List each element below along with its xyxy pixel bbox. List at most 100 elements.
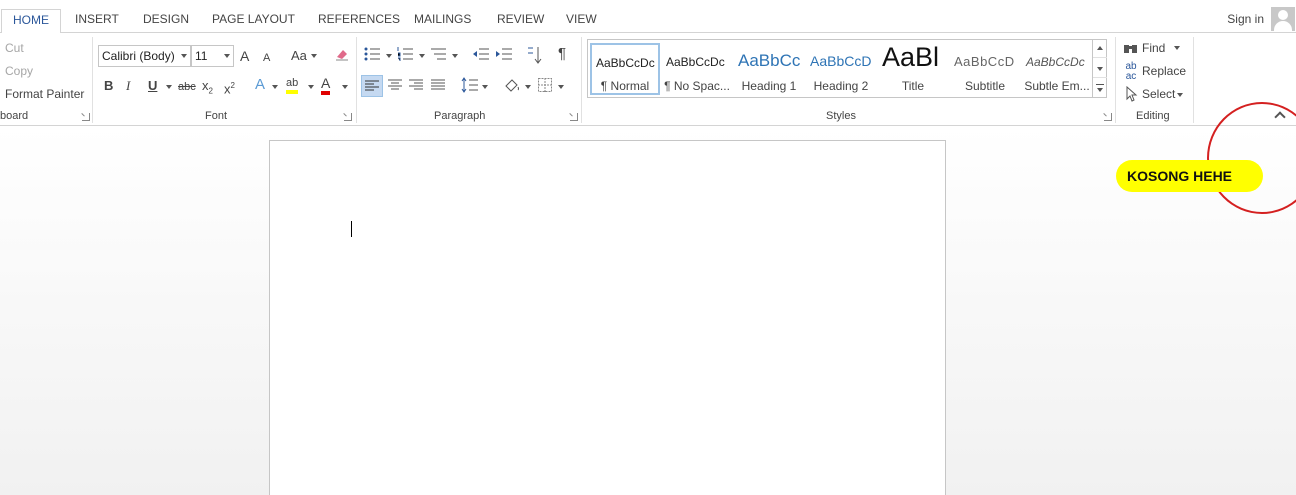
gallery-more-button[interactable] xyxy=(1093,79,1107,98)
strikethrough-button[interactable]: abc xyxy=(178,79,196,95)
text-cursor xyxy=(351,221,352,237)
chevron-down-icon xyxy=(525,85,531,89)
italic-button[interactable]: I xyxy=(126,78,130,94)
style-label: Title xyxy=(901,79,925,93)
find-button[interactable]: Find xyxy=(1142,41,1165,55)
clipboard-group-label: board xyxy=(0,110,29,122)
show-formatting-button[interactable]: ¶ xyxy=(558,46,566,62)
underline-button[interactable]: U xyxy=(148,78,157,94)
chevron-down-icon xyxy=(1177,93,1183,97)
style-subtle-emphasis[interactable]: AaBbCcDc Subtle Em... xyxy=(1022,43,1092,95)
style-label: Heading 1 xyxy=(741,79,797,93)
avatar[interactable] xyxy=(1271,7,1295,31)
style-preview: AaBbCcD xyxy=(954,54,1015,69)
chevron-down-icon xyxy=(342,85,348,89)
clipboard-dialog-launcher-icon[interactable] xyxy=(82,113,90,121)
chevron-down-icon xyxy=(419,54,425,58)
style-preview: AaBbCc xyxy=(738,51,801,70)
borders-icon[interactable] xyxy=(537,77,553,93)
tab-page-layout[interactable]: PAGE LAYOUT xyxy=(212,12,295,26)
styles-gallery: AaBbCcDc ¶ Normal AaBbCcDc ¶ No Spac... … xyxy=(587,39,1107,98)
bold-button[interactable]: B xyxy=(104,78,113,94)
style-no-spacing[interactable]: AaBbCcDc ¶ No Spac... xyxy=(662,43,732,95)
style-subtitle[interactable]: AaBbCcD Subtitle xyxy=(950,43,1020,95)
replace-button[interactable]: Replace xyxy=(1142,64,1186,78)
ribbon-tab-bar: HOME INSERT DESIGN PAGE LAYOUT REFERENCE… xyxy=(0,0,1296,34)
group-divider xyxy=(92,37,93,123)
tab-design[interactable]: DESIGN xyxy=(143,12,189,26)
subscript-button[interactable]: x2 xyxy=(202,78,213,100)
cursor-select-icon xyxy=(1124,85,1138,102)
highlight-button[interactable]: ab xyxy=(286,77,299,94)
font-group-label: Font xyxy=(205,110,228,122)
chevron-down-icon xyxy=(558,85,564,89)
style-preview: AaBbCcDc xyxy=(666,55,725,69)
style-title[interactable]: AaBl Title xyxy=(878,43,948,95)
chevron-down-icon xyxy=(311,54,317,58)
styles-group-label: Styles xyxy=(826,110,856,122)
shrink-font-button[interactable]: A xyxy=(263,50,270,66)
align-center-icon[interactable] xyxy=(387,78,403,92)
tab-references[interactable]: REFERENCES xyxy=(318,12,400,26)
annotation-label: KOSONG HEHE xyxy=(1116,160,1263,192)
font-size-combo[interactable]: 11 xyxy=(191,45,234,67)
style-preview: AaBbCcD xyxy=(810,53,872,69)
style-label: Subtitle xyxy=(964,79,1006,93)
chevron-down-icon xyxy=(386,54,392,58)
line-spacing-icon[interactable] xyxy=(461,77,479,93)
font-dialog-launcher-icon[interactable] xyxy=(344,113,352,121)
chevron-down-icon xyxy=(272,85,278,89)
text-effects-button[interactable]: A xyxy=(255,77,265,93)
superscript-button[interactable]: x2 xyxy=(224,78,235,97)
sign-in-link[interactable]: Sign in xyxy=(1227,12,1264,26)
decrease-indent-icon[interactable] xyxy=(472,46,490,62)
style-preview: AaBl xyxy=(882,43,940,72)
bullets-icon[interactable] xyxy=(364,46,382,62)
cut-button[interactable]: Cut xyxy=(5,41,24,55)
chevron-down-icon xyxy=(308,85,314,89)
group-divider xyxy=(581,37,582,123)
font-size-value: 11 xyxy=(195,49,208,63)
tab-insert[interactable]: INSERT xyxy=(75,12,119,26)
style-preview: AaBbCcDc xyxy=(1026,55,1085,69)
select-button[interactable]: Select xyxy=(1142,87,1175,101)
tab-review[interactable]: REVIEW xyxy=(497,12,544,26)
style-normal[interactable]: AaBbCcDc ¶ Normal xyxy=(590,43,660,95)
grow-font-button[interactable]: A xyxy=(240,48,249,64)
editing-group-label: Editing xyxy=(1136,110,1170,122)
tab-view[interactable]: VIEW xyxy=(566,12,597,26)
tab-home[interactable]: HOME xyxy=(1,9,61,34)
sort-icon[interactable] xyxy=(527,46,543,64)
numbering-icon[interactable] xyxy=(397,46,415,62)
paragraph-dialog-launcher-icon[interactable] xyxy=(570,113,578,121)
font-name-combo[interactable]: Calibri (Body) xyxy=(98,45,191,67)
copy-button[interactable]: Copy xyxy=(5,64,33,78)
clear-formatting-icon[interactable] xyxy=(334,46,350,62)
replace-icon: ab ac xyxy=(1125,61,1137,82)
font-color-button[interactable]: A xyxy=(321,76,331,95)
style-label: Subtle Em... xyxy=(1024,79,1090,93)
align-right-icon[interactable] xyxy=(408,78,424,92)
shading-icon[interactable] xyxy=(503,77,521,93)
style-label: ¶ No Spac... xyxy=(664,79,730,93)
format-painter-button[interactable]: Format Painter xyxy=(5,87,84,101)
document-page[interactable] xyxy=(269,140,946,495)
align-left-button[interactable] xyxy=(361,75,383,97)
multilevel-list-icon[interactable] xyxy=(430,46,448,62)
binoculars-icon xyxy=(1123,41,1139,55)
style-heading-2[interactable]: AaBbCcD Heading 2 xyxy=(806,43,876,95)
chevron-down-icon xyxy=(1174,46,1180,50)
tab-mailings[interactable]: MAILINGS xyxy=(414,12,471,26)
chevron-down-icon xyxy=(166,85,172,89)
group-divider xyxy=(1115,37,1116,123)
gallery-down-button[interactable] xyxy=(1093,59,1107,78)
justify-icon[interactable] xyxy=(430,78,446,92)
increase-indent-icon[interactable] xyxy=(495,46,513,62)
styles-dialog-launcher-icon[interactable] xyxy=(1104,113,1112,121)
paragraph-group-label: Paragraph xyxy=(434,110,486,122)
change-case-button[interactable]: Aa xyxy=(291,48,307,64)
styles-gallery-scroll xyxy=(1092,39,1107,98)
gallery-up-button[interactable] xyxy=(1093,39,1107,58)
style-heading-1[interactable]: AaBbCc Heading 1 xyxy=(734,43,804,95)
style-label: ¶ Normal xyxy=(600,79,650,93)
